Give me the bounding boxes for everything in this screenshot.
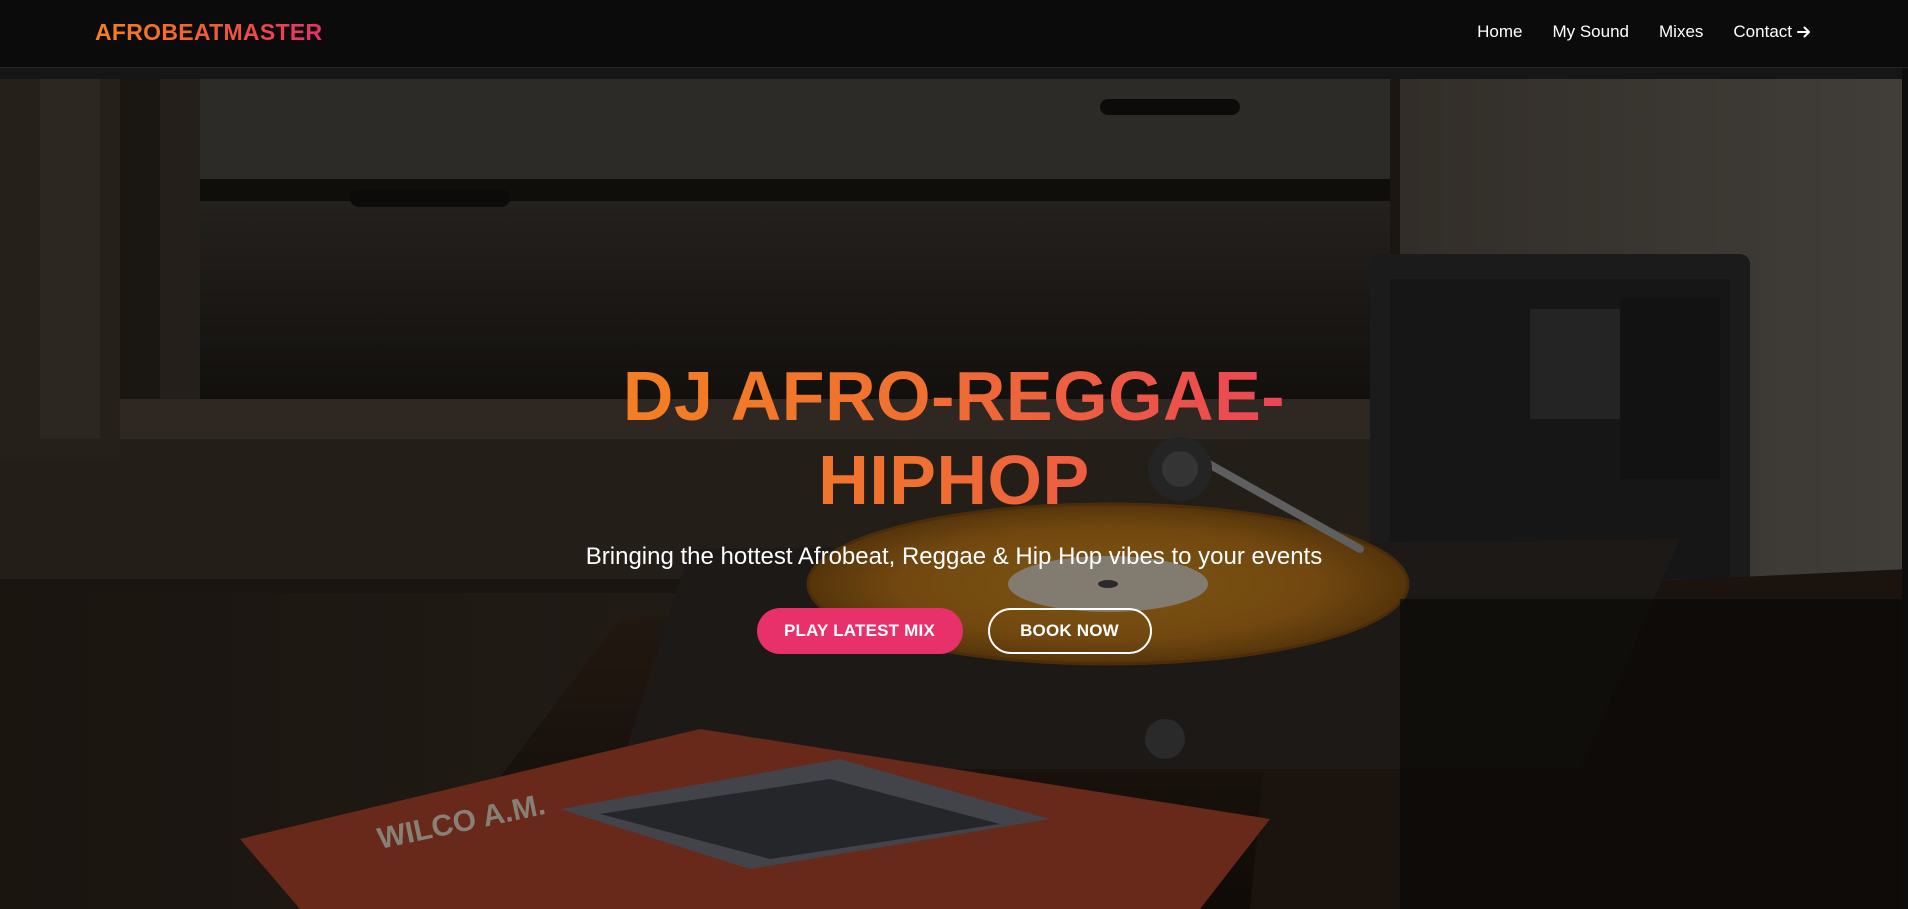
main-nav: Home My Sound Mixes Contact: [1477, 22, 1811, 42]
hero-title: DJ AFRO-REGGAE-HIPHOP: [564, 354, 1344, 522]
nav-home-link[interactable]: Home: [1477, 22, 1522, 42]
navbar-shadow-strip: [0, 68, 1908, 79]
play-latest-mix-button[interactable]: PLAY LATEST MIX: [756, 608, 963, 654]
brand-logo[interactable]: AFROBEATMASTER: [95, 19, 322, 46]
nav-home-label: Home: [1477, 22, 1523, 41]
hero-subtitle: Bringing the hottest Afrobeat, Reggae & …: [585, 543, 1323, 570]
arrow-right-icon: [1797, 26, 1810, 38]
hero-content: DJ AFRO-REGGAE-HIPHOP Bringing the hotte…: [0, 354, 1908, 654]
nav-contact-label: Contact: [1733, 22, 1792, 41]
nav-my-sound-label: My Sound: [1552, 22, 1629, 41]
book-now-button[interactable]: BOOK NOW: [987, 608, 1152, 654]
nav-my-sound-link[interactable]: My Sound: [1552, 22, 1629, 42]
top-navbar: AFROBEATMASTER Home My Sound Mixes Conta…: [0, 0, 1908, 68]
hero-cta-group: PLAY LATEST MIX BOOK NOW: [0, 608, 1908, 654]
nav-mixes-link[interactable]: Mixes: [1659, 22, 1703, 42]
nav-contact-link[interactable]: Contact: [1733, 22, 1811, 42]
nav-mixes-label: Mixes: [1659, 22, 1704, 41]
landing-page: AFROBEATMASTER Home My Sound Mixes Conta…: [0, 0, 1908, 909]
